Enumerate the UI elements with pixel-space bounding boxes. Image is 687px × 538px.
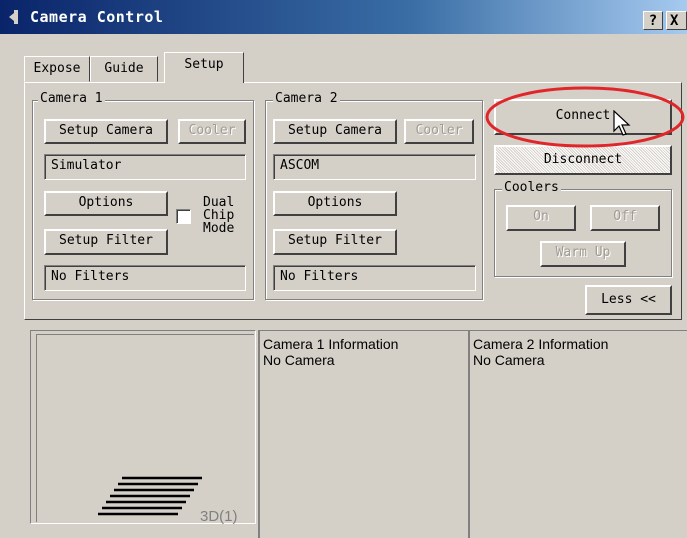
camera2-info: Camera 2 Information No Camera [473, 336, 608, 368]
tab-guide[interactable]: Guide [90, 56, 158, 82]
camera2-info-title: Camera 2 Information [473, 336, 609, 352]
coolers-group-label: Coolers [502, 180, 561, 195]
tab-expose[interactable]: Expose [24, 56, 90, 82]
camera1-info: Camera 1 Information No Camera [263, 336, 398, 368]
camera2-driver-field[interactable]: ASCOM [273, 154, 476, 180]
app-icon [9, 10, 18, 24]
camera2-filters-field[interactable]: No Filters [273, 265, 476, 291]
3d-preview-icon [98, 476, 202, 516]
connect-button[interactable]: Connect [494, 99, 672, 135]
camera1-setup-camera-button[interactable]: Setup Camera [44, 119, 168, 144]
tab-setup[interactable]: Setup [164, 52, 244, 83]
window-title: Camera Control [30, 8, 164, 26]
camera2-info-status: No Camera [473, 352, 545, 368]
help-button[interactable]: ? [643, 11, 663, 30]
cooler-off-button[interactable]: Off [590, 205, 660, 231]
mouse-cursor-icon [613, 110, 631, 136]
camera1-setup-filter-button[interactable]: Setup Filter [44, 229, 168, 255]
less-button[interactable]: Less << [585, 285, 672, 315]
camera2-cooler-button[interactable]: Cooler [404, 119, 474, 144]
camera1-options-button[interactable]: Options [44, 191, 168, 216]
info-panel-divider-middle [468, 330, 470, 538]
camera1-driver-field[interactable]: Simulator [44, 154, 246, 180]
dual-chip-mode-checkbox[interactable] [176, 209, 191, 224]
camera1-cooler-button[interactable]: Cooler [178, 119, 246, 144]
camera2-options-button[interactable]: Options [273, 191, 397, 216]
dual-chip-mode-label: Dual Chip Mode [203, 196, 234, 235]
warm-up-button[interactable]: Warm Up [540, 241, 626, 267]
camera2-setup-camera-button[interactable]: Setup Camera [273, 119, 397, 144]
camera1-info-title: Camera 1 Information [263, 336, 399, 352]
disconnect-button[interactable]: Disconnect [494, 145, 672, 175]
preview-label: 3D(1) [200, 508, 238, 525]
close-button[interactable]: X [666, 11, 687, 30]
dual-chip-label-line3: Mode [203, 221, 235, 236]
camera1-info-status: No Camera [263, 352, 335, 368]
camera1-group-label: Camera 1 [38, 91, 105, 106]
camera2-group-label: Camera 2 [273, 91, 340, 106]
info-panel-divider-left [258, 330, 260, 538]
camera1-filters-field[interactable]: No Filters [44, 265, 246, 291]
camera2-setup-filter-button[interactable]: Setup Filter [273, 229, 397, 255]
cooler-on-button[interactable]: On [506, 205, 576, 231]
